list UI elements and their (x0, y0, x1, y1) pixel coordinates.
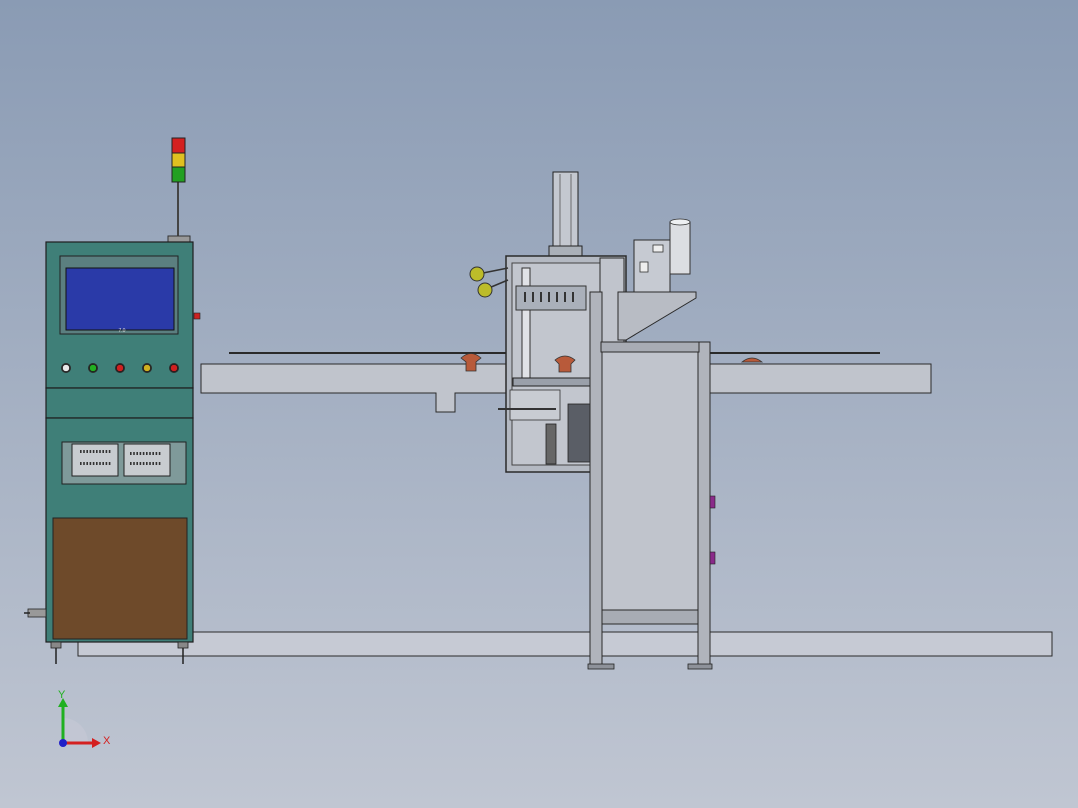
column-left (589, 291, 603, 669)
terminal-pin (158, 452, 161, 455)
terminal-pin (92, 450, 95, 453)
terminal-pin (149, 462, 151, 465)
roll-mount (633, 239, 671, 293)
sensor-body (545, 423, 557, 465)
terminal-pin (142, 462, 145, 465)
y-axis-label: Y (58, 689, 66, 701)
slide-carriage (515, 285, 587, 311)
terminal-pin (80, 462, 82, 465)
terminal-pin (152, 452, 154, 455)
terminal-pin (146, 452, 148, 455)
stack-light-green-lamp (171, 166, 186, 183)
cad-viewport[interactable]: 7.0 Y X (0, 0, 1078, 808)
terminal-pin (83, 462, 85, 465)
control-button-red-2[interactable] (170, 364, 178, 372)
terminal-pin (102, 462, 104, 465)
control-button-white[interactable] (62, 364, 70, 372)
side-panel (601, 351, 699, 611)
control-cabinet[interactable]: 7.0 (24, 241, 201, 664)
adjustment-knob-upper[interactable] (469, 266, 485, 282)
terminal-pin (89, 450, 92, 453)
adjustment-knob-lower[interactable] (477, 282, 493, 298)
stack-light-yellow-lamp (171, 152, 186, 168)
terminal-pin (102, 450, 104, 453)
carriage-slot (540, 292, 542, 302)
carriage-slot (564, 292, 566, 302)
z-axis-dot (59, 739, 67, 747)
terminal-pin (96, 450, 98, 453)
terminal-pin (99, 462, 101, 465)
controller-module-left (71, 443, 119, 477)
stack-light-red-lamp (171, 137, 186, 154)
terminal-pin (99, 450, 101, 453)
terminal-pin (92, 462, 95, 465)
carriage-slot (524, 292, 526, 302)
terminal-pin (86, 450, 88, 453)
terminal-pin (136, 452, 138, 455)
terminal-pin (155, 452, 158, 455)
base-rail (77, 631, 1053, 657)
terminal-pin (83, 450, 85, 453)
control-button-red[interactable] (116, 364, 124, 372)
terminal-pin (130, 462, 132, 465)
control-button-yellow[interactable] (143, 364, 151, 372)
carriage-slot (572, 292, 574, 302)
terminal-pin (80, 450, 82, 453)
terminal-pin (130, 452, 132, 455)
terminal-pin (133, 462, 135, 465)
terminal-pin (133, 452, 135, 455)
column-right (697, 341, 711, 669)
carriage-slot (532, 292, 534, 302)
terminal-pin (89, 462, 92, 465)
terminal-pin (96, 462, 98, 465)
control-button-green[interactable] (89, 364, 97, 372)
controller-module-right (123, 443, 171, 477)
terminal-pin (105, 450, 108, 453)
carriage-slot (556, 292, 558, 302)
material-roll (669, 221, 691, 275)
terminal-pin (139, 452, 142, 455)
vertical-cylinder (552, 171, 579, 249)
terminal-pin (142, 452, 145, 455)
hmi-screen[interactable] (65, 267, 175, 331)
terminal-pin (158, 462, 161, 465)
hmi-caption: 7.0 (119, 328, 126, 334)
terminal-pin (152, 462, 154, 465)
cabinet-door[interactable] (52, 517, 188, 640)
terminal-pin (155, 462, 158, 465)
cabinet-middle-band (45, 387, 194, 419)
motor-unit (567, 403, 591, 463)
controller-rack (61, 441, 187, 485)
terminal-pin (136, 462, 138, 465)
terminal-pin (139, 462, 142, 465)
terminal-pin (149, 452, 151, 455)
carriage-slot (548, 292, 550, 302)
terminal-pin (108, 462, 111, 465)
guide-column (521, 267, 531, 381)
terminal-pin (146, 462, 148, 465)
x-axis-label: X (103, 735, 111, 747)
terminal-pin (105, 462, 108, 465)
terminal-pin (108, 450, 111, 453)
terminal-pin (86, 462, 88, 465)
emergency-stop-side[interactable] (193, 312, 201, 320)
